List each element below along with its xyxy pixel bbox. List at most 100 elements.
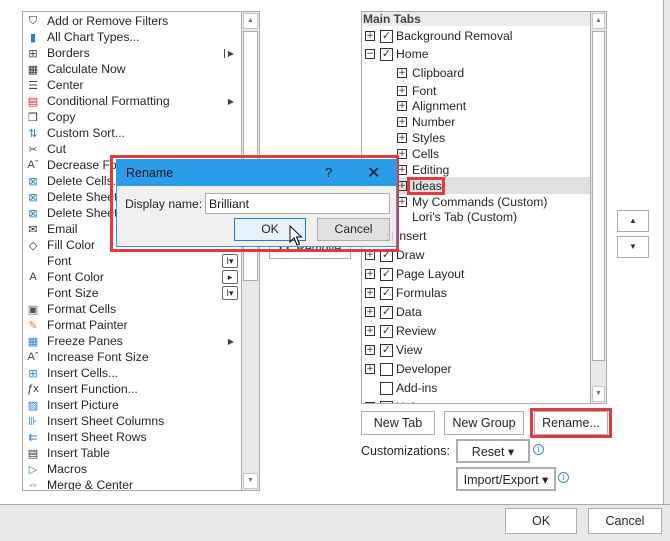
expand-icon[interactable]: +	[397, 68, 407, 78]
tree-node[interactable]: − ✓ Home	[365, 45, 429, 63]
scissors-icon: ✂	[28, 143, 38, 156]
tab-checkbox[interactable]: ✓	[380, 324, 393, 338]
tree-node[interactable]: Lori's Tab (Custom)	[397, 208, 517, 226]
new-tab-button[interactable]: New Tab	[361, 411, 435, 435]
command-item[interactable]: ▣ Format Cells	[23, 301, 238, 317]
expand-icon[interactable]: +	[365, 326, 375, 336]
format-cells-icon: ▣	[27, 303, 39, 316]
borders-icon: ⊞	[28, 47, 38, 60]
expand-icon[interactable]: +	[397, 133, 407, 143]
command-item[interactable]: ⇅ Custom Sort...	[23, 125, 238, 141]
tree-node-label: Help	[396, 400, 421, 403]
tree-node[interactable]: + ✓Help	[365, 398, 421, 403]
tree-node-label: Home	[396, 47, 429, 61]
expand-icon[interactable]: +	[397, 117, 407, 127]
expand-icon[interactable]: +	[365, 288, 375, 298]
command-item[interactable]: Aˆ Increase Font Size	[23, 349, 238, 365]
command-item[interactable]: ☰ Center	[23, 77, 238, 93]
help-icon[interactable]: ?	[325, 165, 332, 180]
tree-node[interactable]: + ✓ Formulas	[365, 284, 447, 302]
tree-node[interactable]: + Clipboard	[397, 64, 464, 82]
command-item[interactable]: ❐ Copy	[23, 109, 238, 125]
calculator-icon: ▦	[27, 63, 39, 76]
rename-dialog-titlebar[interactable]: Rename ? ✕	[117, 160, 396, 186]
command-item[interactable]: ⇔ Merge & Center	[23, 477, 238, 490]
import-export-dropdown[interactable]: Import/Export ▾	[456, 467, 556, 491]
command-item[interactable]: ⊪ Insert Sheet Columns	[23, 413, 238, 429]
display-name-input[interactable]	[205, 193, 390, 214]
tree-scroll-down-arrow[interactable]: ▼	[592, 386, 605, 402]
rename-button[interactable]: Rename...	[534, 411, 608, 435]
combo-control-icon: I▾	[222, 254, 238, 268]
tree-node[interactable]: + ✓ Data	[365, 303, 422, 321]
reset-dropdown[interactable]: Reset ▾	[456, 439, 530, 463]
command-item[interactable]: ▦ Calculate Now	[23, 61, 238, 77]
tab-checkbox[interactable]: ✓	[380, 400, 393, 403]
tab-checkbox[interactable]: ✓	[380, 305, 393, 319]
command-item[interactable]: ⊞ Borders ▶	[23, 45, 238, 61]
command-item[interactable]: ✎ Format Painter	[23, 317, 238, 333]
resize-grip-icon[interactable]: ⠠⠰ ⠰⠸	[384, 231, 394, 244]
delete-cells-icon: ⊠	[28, 175, 38, 188]
expand-icon[interactable]: +	[365, 364, 375, 374]
expand-icon[interactable]: +	[365, 269, 375, 279]
import-export-info-icon[interactable]: i	[558, 472, 569, 483]
tab-checkbox[interactable]	[380, 362, 393, 376]
command-item[interactable]: ƒx Insert Function...	[23, 381, 238, 397]
command-item[interactable]: ▦ Freeze Panes ▶	[23, 333, 238, 349]
command-item[interactable]: ⛉ Add or Remove Filters	[23, 13, 238, 29]
expand-icon[interactable]: +	[365, 307, 375, 317]
submenu-arrow-icon: ▸	[222, 270, 238, 284]
ok-button[interactable]: OK	[505, 508, 577, 534]
scroll-down-arrow[interactable]: ▼	[243, 473, 258, 489]
copy-icon: ❐	[28, 111, 38, 124]
tab-checkbox[interactable]: ✓	[380, 286, 393, 300]
command-label: Insert Function...	[47, 382, 138, 396]
command-item[interactable]: ▤ Conditional Formatting ▶	[23, 93, 238, 109]
command-item[interactable]: ▨ Insert Picture	[23, 397, 238, 413]
command-item[interactable]: ⇇ Insert Sheet Rows	[23, 429, 238, 445]
cancel-button[interactable]: Cancel	[588, 508, 662, 534]
tab-checkbox[interactable]: ✓	[380, 343, 393, 357]
tree-scrollbar[interactable]: ▲ ▼	[590, 12, 606, 403]
tree-scroll-up-arrow[interactable]: ▲	[592, 13, 605, 29]
command-item[interactable]: ▮ All Chart Types...	[23, 29, 238, 45]
tab-checkbox[interactable]: ✓	[380, 29, 393, 43]
tab-checkbox[interactable]	[380, 381, 393, 395]
expand-icon[interactable]: +	[397, 101, 407, 111]
tree-node-label: Lori's Tab (Custom)	[412, 210, 518, 224]
close-icon[interactable]: ✕	[367, 163, 380, 182]
command-item[interactable]: Font I▾	[23, 253, 238, 269]
command-item[interactable]: Font Size I▾	[23, 285, 238, 301]
fill-color-icon: ◇	[28, 239, 38, 252]
tab-checkbox[interactable]: ✓	[380, 47, 393, 61]
reset-info-icon[interactable]: i	[533, 444, 544, 455]
scroll-up-arrow[interactable]: ▲	[243, 13, 258, 29]
collapse-icon[interactable]: −	[365, 49, 375, 59]
tree-node[interactable]: + Developer	[365, 360, 452, 378]
expand-icon[interactable]: +	[365, 31, 375, 41]
blank-expander	[365, 383, 375, 393]
tree-node[interactable]: + ✓ Page Layout	[365, 265, 464, 283]
tree-node[interactable]: Add-ins	[365, 379, 437, 397]
tree-node[interactable]: + ✓ View	[365, 341, 422, 359]
tree-node[interactable]: + ✓ Background Removal	[365, 27, 513, 45]
dialog-cancel-button[interactable]: Cancel	[317, 218, 390, 241]
new-group-button[interactable]: New Group	[444, 411, 524, 435]
command-item[interactable]: ⊞ Insert Cells...	[23, 365, 238, 381]
command-item[interactable]: ▷ Macros	[23, 461, 238, 477]
expand-icon[interactable]: +	[397, 86, 407, 96]
tab-checkbox[interactable]: ✓	[380, 267, 393, 281]
expand-icon[interactable]: +	[365, 402, 375, 403]
move-up-button[interactable]: ▲	[617, 210, 649, 232]
increase-font-icon: Aˆ	[27, 351, 39, 363]
tree-node[interactable]: + ✓ Review	[365, 322, 436, 340]
tree-node-label: Add-ins	[396, 381, 438, 395]
tree-scroll-thumb[interactable]	[592, 31, 605, 361]
expand-icon[interactable]: +	[365, 345, 375, 355]
command-item[interactable]: ▤ Insert Table	[23, 445, 238, 461]
command-item[interactable]: A Font Color ▸	[23, 269, 238, 285]
command-label: Email	[47, 222, 78, 236]
tree-node-label: Formulas	[396, 286, 447, 300]
move-down-button[interactable]: ▼	[617, 236, 649, 258]
